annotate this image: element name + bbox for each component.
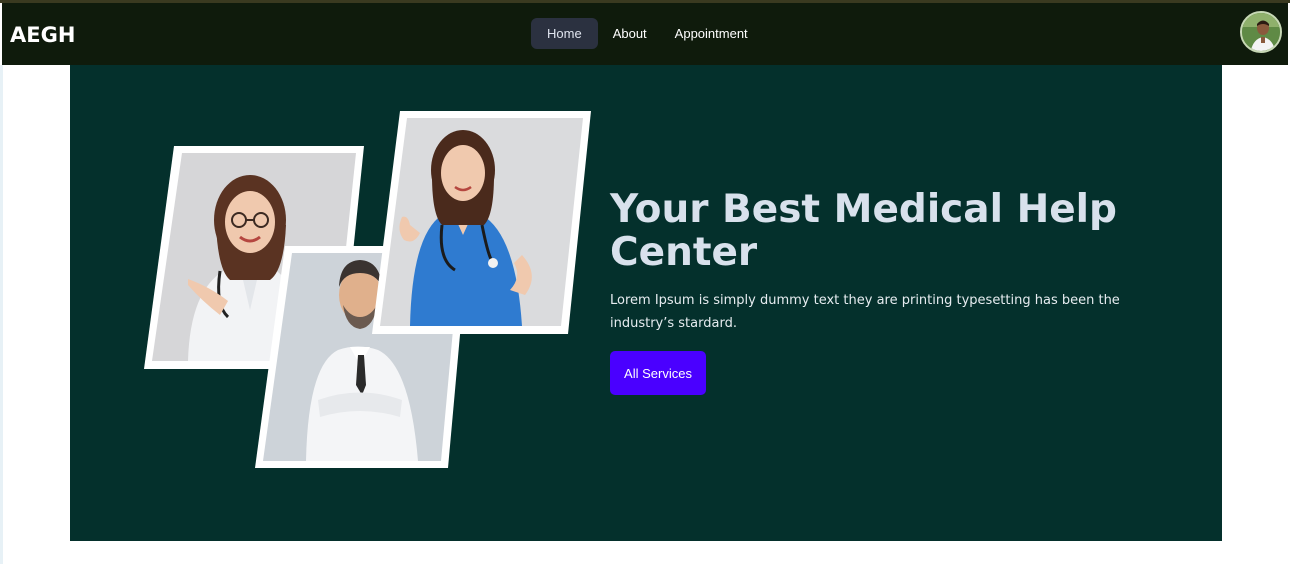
doctor-photo-collage [144, 111, 591, 468]
user-avatar-icon[interactable] [1240, 11, 1282, 53]
brand-logo[interactable]: AEGH [10, 23, 75, 47]
main-nav: Home About Appointment [531, 18, 761, 49]
hero-description: Lorem Ipsum is simply dummy text they ar… [610, 293, 1120, 331]
nav-home-link[interactable]: Home [531, 18, 598, 49]
nav-appointment-link[interactable]: Appointment [662, 18, 761, 49]
nav-about-link[interactable]: About [600, 18, 660, 49]
nurse-photo [372, 111, 591, 334]
navbar: AEGH Home About Appointment [2, 3, 1288, 65]
page-left-edge [0, 65, 3, 564]
hero-title: Your Best Medical Help Center [610, 187, 1117, 275]
all-services-button[interactable]: All Services [610, 351, 706, 395]
